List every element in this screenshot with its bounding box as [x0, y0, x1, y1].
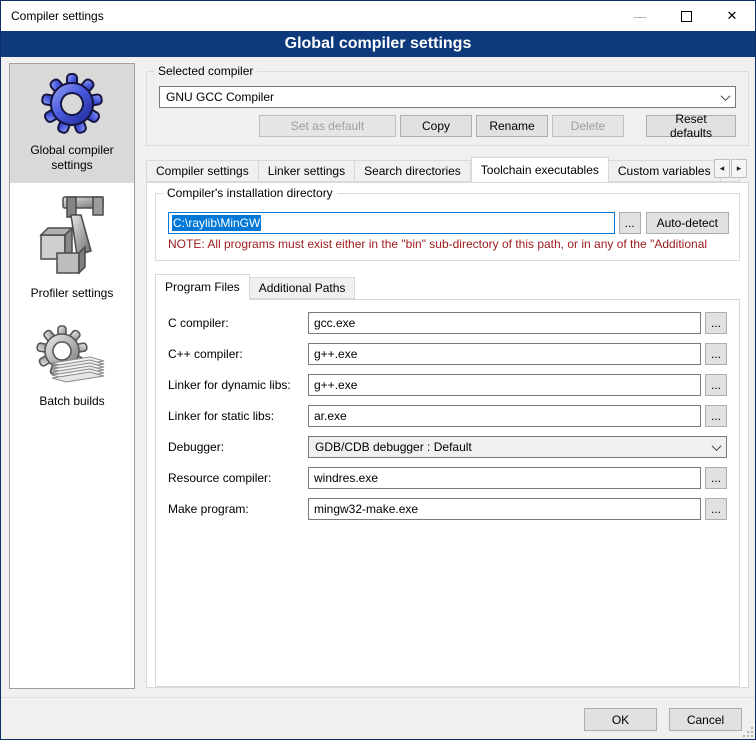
compiler-gear-icon: [14, 72, 130, 139]
make-program-browse-button[interactable]: ...: [705, 498, 727, 520]
chevron-down-icon: [712, 441, 722, 451]
installation-note: NOTE: All programs must exist either in …: [168, 237, 729, 251]
compiler-tabs: Compiler settings Linker settings Search…: [146, 156, 749, 182]
window-title: Compiler settings: [1, 9, 104, 23]
c-compiler-browse-button[interactable]: ...: [705, 312, 727, 334]
selected-compiler-group-label: Selected compiler: [154, 64, 257, 78]
ok-button[interactable]: OK: [584, 708, 657, 731]
resource-compiler-row: Resource compiler: ...: [168, 467, 727, 489]
debugger-row: Debugger: GDB/CDB debugger : Default: [168, 436, 727, 458]
minimize-button[interactable]: —: [617, 1, 663, 31]
settings-category-list: Global compiler settings: [9, 63, 135, 689]
make-program-input[interactable]: [308, 498, 701, 520]
toolchain-executables-panel: Compiler's installation directory C:\ray…: [146, 182, 749, 688]
sidebar-item-batch-builds[interactable]: Batch builds: [10, 311, 134, 419]
compiler-select[interactable]: GNU GCC Compiler: [159, 86, 736, 108]
installation-dir-input[interactable]: C:\raylib\MinGW: [168, 212, 615, 234]
linker-static-input[interactable]: [308, 405, 701, 427]
dialog-body: Global compiler settings: [1, 57, 755, 697]
sidebar-item-label: Batch builds: [14, 394, 130, 409]
maximize-button[interactable]: [663, 1, 709, 31]
c-compiler-row: C compiler: ...: [168, 312, 727, 334]
c-compiler-label: C compiler:: [168, 316, 308, 330]
dialog-footer: OK Cancel: [1, 697, 755, 739]
set-as-default-button[interactable]: Set as default: [259, 115, 396, 137]
minimize-icon: —: [634, 9, 647, 24]
sidebar-item-label: Profiler settings: [14, 286, 130, 301]
linker-static-label: Linker for static libs:: [168, 409, 308, 423]
browse-directory-button[interactable]: ...: [619, 212, 641, 234]
program-files-panel: C compiler: ... C++ compiler: ... Linker…: [155, 299, 740, 687]
compiler-select-value: GNU GCC Compiler: [166, 90, 274, 104]
cpp-compiler-browse-button[interactable]: ...: [705, 343, 727, 365]
delete-button[interactable]: Delete: [552, 115, 624, 137]
linker-static-browse-button[interactable]: ...: [705, 405, 727, 427]
make-program-row: Make program: ...: [168, 498, 727, 520]
tab-custom-variables[interactable]: Custom variables: [609, 160, 721, 182]
linker-dynamic-input[interactable]: [308, 374, 701, 396]
tab-scroll-left-button[interactable]: ◂: [714, 159, 730, 178]
debugger-select-value: GDB/CDB debugger : Default: [315, 440, 472, 454]
make-program-label: Make program:: [168, 502, 308, 516]
tab-toolchain-executables[interactable]: Toolchain executables: [471, 157, 609, 182]
tab-program-files[interactable]: Program Files: [155, 274, 250, 300]
tab-linker-settings[interactable]: Linker settings: [259, 160, 355, 182]
compiler-settings-dialog: Compiler settings — ✕ Global compiler se…: [0, 0, 756, 740]
profiler-caliper-icon: [14, 195, 130, 282]
linker-dynamic-browse-button[interactable]: ...: [705, 374, 727, 396]
sidebar-item-profiler-settings[interactable]: Profiler settings: [10, 183, 134, 311]
linker-dynamic-label: Linker for dynamic libs:: [168, 378, 308, 392]
c-compiler-input[interactable]: [308, 312, 701, 334]
title-bar: Compiler settings — ✕: [1, 1, 755, 31]
debugger-label: Debugger:: [168, 440, 308, 454]
reset-defaults-button[interactable]: Reset defaults: [646, 115, 736, 137]
sidebar-item-label: Global compiler settings: [14, 143, 130, 173]
close-icon: ✕: [727, 8, 738, 24]
resource-compiler-input[interactable]: [308, 467, 701, 489]
selected-compiler-group: Selected compiler GNU GCC Compiler Set a…: [146, 71, 749, 146]
maximize-icon: [681, 11, 692, 22]
tab-search-directories[interactable]: Search directories: [355, 160, 471, 182]
rename-button[interactable]: Rename: [476, 115, 548, 137]
tab-additional-paths[interactable]: Additional Paths: [250, 277, 356, 299]
cpp-compiler-row: C++ compiler: ...: [168, 343, 727, 365]
cpp-compiler-input[interactable]: [308, 343, 701, 365]
cpp-compiler-label: C++ compiler:: [168, 347, 308, 361]
arrow-left-icon: ◂: [720, 163, 725, 174]
tab-scroll-right-button[interactable]: ▸: [731, 159, 747, 178]
installation-directory-group-label: Compiler's installation directory: [163, 186, 337, 200]
batch-builds-gear-stack-icon: [14, 325, 130, 390]
program-tabs: Program Files Additional Paths: [155, 273, 740, 299]
resource-compiler-browse-button[interactable]: ...: [705, 467, 727, 489]
resource-compiler-label: Resource compiler:: [168, 471, 308, 485]
installation-dir-value: C:\raylib\MinGW: [172, 215, 261, 231]
linker-dynamic-row: Linker for dynamic libs: ...: [168, 374, 727, 396]
dialog-header: Global compiler settings: [1, 31, 755, 57]
copy-button[interactable]: Copy: [400, 115, 472, 137]
main-content: Selected compiler GNU GCC Compiler Set a…: [146, 59, 749, 688]
chevron-down-icon: [721, 91, 731, 101]
debugger-select[interactable]: GDB/CDB debugger : Default: [308, 436, 727, 458]
sidebar-item-global-compiler-settings[interactable]: Global compiler settings: [10, 64, 134, 183]
auto-detect-button[interactable]: Auto-detect: [646, 212, 729, 234]
resize-grip[interactable]: [743, 727, 753, 737]
tab-compiler-settings[interactable]: Compiler settings: [146, 160, 259, 182]
linker-static-row: Linker for static libs: ...: [168, 405, 727, 427]
installation-directory-group: Compiler's installation directory C:\ray…: [155, 193, 740, 261]
close-button[interactable]: ✕: [709, 1, 755, 31]
cancel-button[interactable]: Cancel: [669, 708, 742, 731]
arrow-right-icon: ▸: [737, 163, 742, 174]
